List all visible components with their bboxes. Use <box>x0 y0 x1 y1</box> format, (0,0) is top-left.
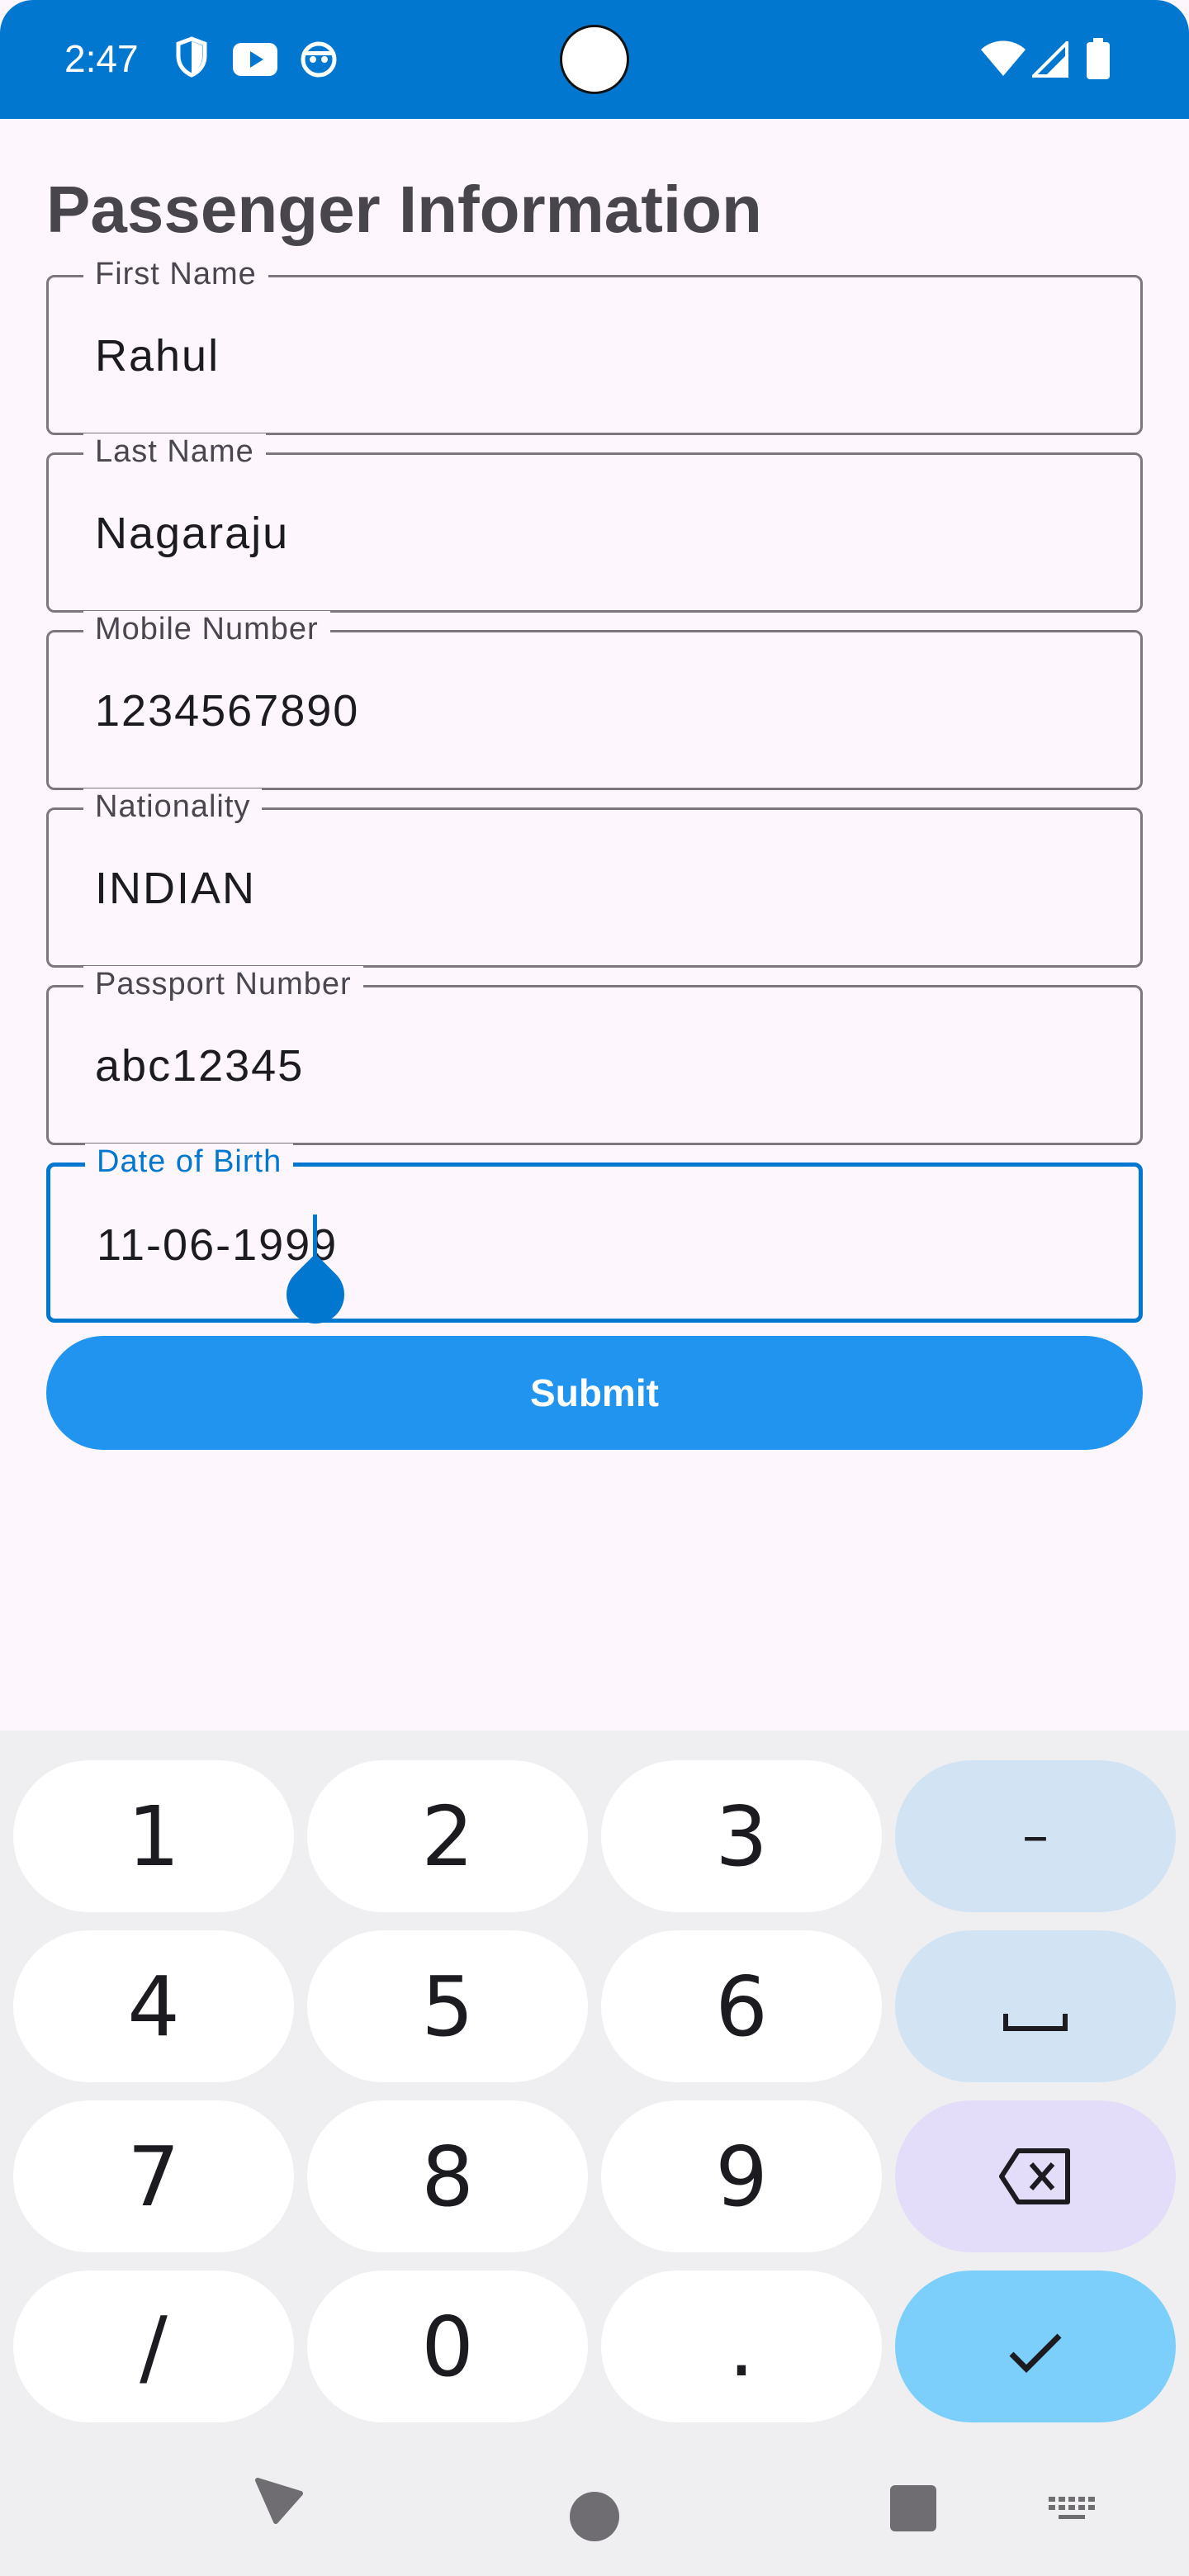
last-name-value[interactable]: Nagaraju <box>95 508 289 559</box>
checkmark-icon <box>1007 2299 1064 2395</box>
nationality-field[interactable]: Nationality INDIAN <box>46 788 1143 968</box>
key-8[interactable]: 8 <box>307 2100 588 2252</box>
passport-number-field[interactable]: Passport Number abc12345 <box>46 966 1143 1145</box>
first-name-field[interactable]: First Name Rahul <box>46 256 1143 435</box>
key-done[interactable] <box>895 2271 1176 2422</box>
key-3[interactable]: 3 <box>601 1760 882 1912</box>
status-bar: 2:47 <box>0 0 1189 119</box>
home-icon[interactable] <box>568 2490 621 2547</box>
passport-number-value[interactable]: abc12345 <box>95 1040 304 1091</box>
shield-icon <box>175 36 208 82</box>
space-icon <box>1002 1958 1068 2055</box>
date-of-birth-label: Date of Birth <box>85 1144 294 1180</box>
key-9[interactable]: 9 <box>601 2100 882 2252</box>
date-of-birth-value[interactable]: 11-06-1999 <box>97 1219 338 1271</box>
first-name-label: First Name <box>83 256 268 292</box>
recents-icon[interactable] <box>890 2485 936 2536</box>
date-of-birth-field[interactable]: Date of Birth 11-06-1999 <box>46 1144 1143 1336</box>
passport-number-label: Passport Number <box>83 966 363 1002</box>
backspace-icon <box>998 2129 1073 2225</box>
key-5[interactable]: 5 <box>307 1930 588 2082</box>
mobile-number-label: Mobile Number <box>83 611 330 647</box>
key-slash[interactable]: / <box>13 2271 294 2422</box>
back-icon[interactable] <box>253 2474 306 2531</box>
status-time: 2:47 <box>64 37 139 80</box>
page-title: Passenger Information <box>46 173 762 246</box>
submit-button[interactable]: Submit <box>46 1336 1143 1450</box>
last-name-field[interactable]: Last Name Nagaraju <box>46 433 1143 613</box>
front-camera <box>560 25 629 94</box>
key-dash[interactable]: – <box>895 1760 1176 1912</box>
nationality-value[interactable]: INDIAN <box>95 863 256 914</box>
youtube-icon <box>233 43 277 80</box>
wifi-icon <box>981 40 1026 82</box>
android-icon <box>299 40 339 82</box>
keyboard-icon[interactable] <box>1049 2497 1095 2526</box>
mobile-number-field[interactable]: Mobile Number 1234567890 <box>46 611 1143 790</box>
first-name-value[interactable]: Rahul <box>95 330 220 381</box>
numeric-keyboard: 1 2 3 – 4 5 6 7 8 9 / 0 . <box>0 1731 1189 2576</box>
battery-icon <box>1087 38 1110 83</box>
key-2[interactable]: 2 <box>307 1760 588 1912</box>
key-backspace[interactable] <box>895 2100 1176 2252</box>
key-1[interactable]: 1 <box>13 1760 294 1912</box>
last-name-label: Last Name <box>83 433 266 470</box>
mobile-number-value[interactable]: 1234567890 <box>95 685 359 736</box>
signal-icon <box>1030 39 1068 82</box>
key-7[interactable]: 7 <box>13 2100 294 2252</box>
key-dot[interactable]: . <box>601 2271 882 2422</box>
nationality-label: Nationality <box>83 788 263 825</box>
key-0[interactable]: 0 <box>307 2271 588 2422</box>
key-space[interactable] <box>895 1930 1176 2082</box>
key-6[interactable]: 6 <box>601 1930 882 2082</box>
key-4[interactable]: 4 <box>13 1930 294 2082</box>
